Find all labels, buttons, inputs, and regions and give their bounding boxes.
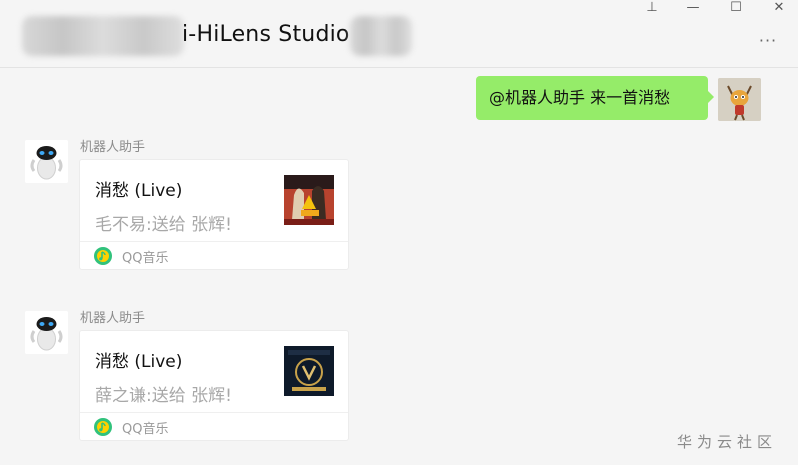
music-share-card[interactable]: 消愁 (Live) 薛之谦:送给 张辉! QQ音乐 bbox=[79, 330, 349, 441]
sender-name: 机器人助手 bbox=[80, 311, 146, 326]
my-avatar[interactable] bbox=[718, 78, 761, 121]
pin-icon[interactable]: ⊥ bbox=[640, 0, 664, 16]
redacted-title-prefix bbox=[22, 16, 184, 56]
song-description: 毛不易:送给 张辉! bbox=[95, 215, 232, 235]
source-label: QQ音乐 bbox=[122, 421, 169, 437]
close-button[interactable]: ✕ bbox=[767, 0, 791, 16]
chat-title: i-HiLens Studio bbox=[182, 22, 350, 47]
music-share-card[interactable]: 消愁 (Live) 毛不易:送给 张辉! QQ音乐 bbox=[79, 159, 349, 270]
qq-music-icon bbox=[94, 247, 112, 265]
watermark: 华为云社区 bbox=[677, 433, 778, 451]
sent-message-bubble[interactable]: @机器人助手 来一首消愁 bbox=[476, 76, 714, 120]
chat-header: i-HiLens Studio ⊥ — ☐ ✕ ··· bbox=[0, 0, 798, 68]
card-source: QQ音乐 bbox=[94, 245, 168, 267]
source-label: QQ音乐 bbox=[122, 250, 169, 266]
sender-name: 机器人助手 bbox=[80, 140, 146, 155]
song-title: 消愁 (Live) bbox=[95, 181, 183, 201]
qq-music-icon bbox=[94, 418, 112, 436]
song-description: 薛之谦:送给 张辉! bbox=[95, 386, 232, 406]
bot-avatar[interactable] bbox=[25, 311, 68, 354]
card-divider bbox=[80, 412, 348, 413]
more-dots-icon[interactable]: ··· bbox=[756, 33, 780, 52]
album-cover bbox=[284, 346, 334, 396]
bot-avatar[interactable] bbox=[25, 140, 68, 183]
card-source: QQ音乐 bbox=[94, 416, 168, 438]
maximize-button[interactable]: ☐ bbox=[724, 0, 748, 16]
redacted-title-suffix bbox=[350, 16, 412, 56]
card-divider bbox=[80, 241, 348, 242]
minimize-button[interactable]: — bbox=[681, 0, 705, 16]
album-cover bbox=[284, 175, 334, 225]
song-title: 消愁 (Live) bbox=[95, 352, 183, 372]
